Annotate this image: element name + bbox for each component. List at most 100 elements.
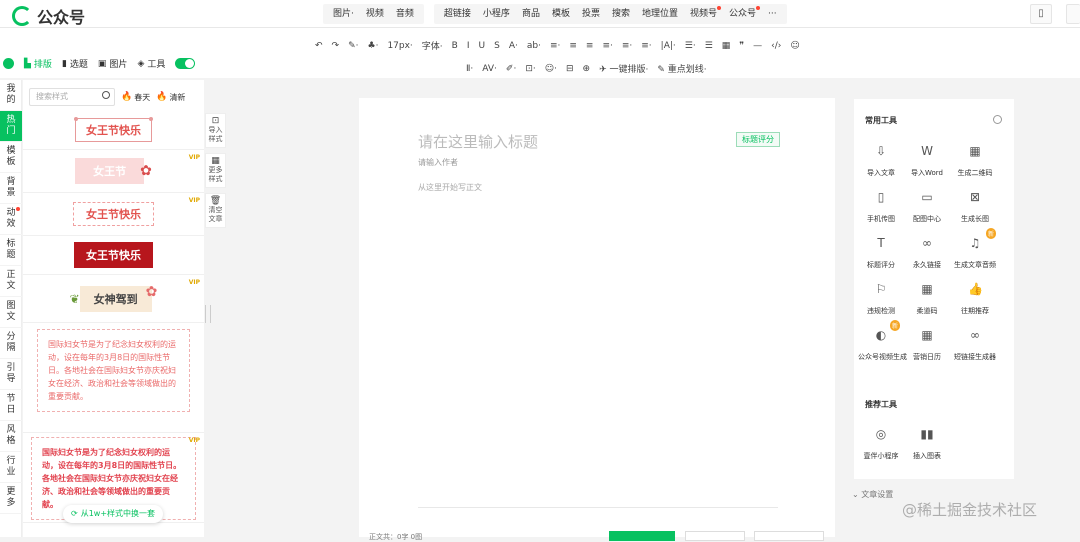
category-item-14[interactable]: 更多 bbox=[0, 483, 22, 514]
tool-rec-1[interactable]: ◎ 壹伴小程序 bbox=[858, 422, 904, 468]
format-tool-21[interactable]: ☰ bbox=[705, 41, 713, 51]
tool-common-4[interactable]: ▯ 手机传图 bbox=[858, 185, 904, 231]
document-icon[interactable]: ▯ bbox=[1030, 4, 1052, 24]
article-settings-link[interactable]: ⌄ 文章设置 bbox=[852, 489, 893, 500]
author-input[interactable]: 请输入作者 bbox=[418, 157, 458, 168]
format-tool-1[interactable]: Ⅱ· bbox=[466, 64, 473, 74]
format-tool-10[interactable]: S bbox=[494, 41, 500, 51]
style-template-2[interactable]: VIP 女王节 ✿ bbox=[23, 150, 204, 193]
style-template-5[interactable]: VIP ❦ 女神驾到 ✿ bbox=[23, 275, 204, 323]
format-tool-4[interactable]: ♣· bbox=[368, 41, 379, 51]
save-button[interactable] bbox=[609, 531, 675, 541]
format-tool-25[interactable]: ‹/› bbox=[771, 41, 781, 51]
format-tool-1[interactable]: ↶ bbox=[315, 41, 323, 51]
hot-tag-spring[interactable]: 🔥 春天 bbox=[121, 92, 150, 103]
hot-tag-fresh[interactable]: 🔥 清新 bbox=[156, 92, 185, 103]
format-tool-24[interactable]: — bbox=[753, 41, 762, 51]
category-item-11[interactable]: 节日 bbox=[0, 390, 22, 421]
nav-item-product[interactable]: 商品 bbox=[516, 4, 546, 24]
side-tool-1[interactable]: ⊡ 导入样式 bbox=[205, 113, 226, 148]
category-item-2[interactable]: 热门 bbox=[0, 111, 22, 142]
title-input[interactable]: 请在这里输入标题 bbox=[418, 131, 538, 152]
preview-button[interactable] bbox=[685, 531, 745, 541]
format-tool-14[interactable]: ≡ bbox=[569, 41, 577, 51]
tool-common-6[interactable]: ⊠ 生成长图 bbox=[950, 185, 1000, 231]
category-item-10[interactable]: 引导 bbox=[0, 359, 22, 390]
title-score-button[interactable]: 标题评分 bbox=[736, 132, 780, 147]
nav-item-miniprogram[interactable]: 小程序 bbox=[477, 4, 516, 24]
format-tool-6[interactable]: ⊟ bbox=[566, 64, 574, 74]
tool-common-8[interactable]: ∞ 永久链接 bbox=[904, 231, 950, 277]
format-tool-20[interactable]: ☰· bbox=[685, 41, 696, 51]
nav-item-audio[interactable]: 音频 bbox=[390, 4, 420, 24]
format-tool-8[interactable]: ✈ 一键排版· bbox=[599, 62, 648, 75]
format-tool-3[interactable]: ✎· bbox=[348, 41, 358, 51]
style-template-4[interactable]: 女王节快乐 bbox=[23, 236, 204, 275]
format-tool-18[interactable]: ≡· bbox=[641, 41, 651, 51]
gear-icon[interactable] bbox=[993, 115, 1002, 124]
resize-handle[interactable] bbox=[205, 305, 211, 323]
app-logo[interactable]: 公众号 bbox=[12, 4, 85, 28]
format-tool-2[interactable]: AV· bbox=[482, 64, 497, 74]
publish-button[interactable] bbox=[754, 531, 824, 541]
format-tool-13[interactable]: ≡· bbox=[550, 41, 560, 51]
format-tool-3[interactable]: ✐· bbox=[506, 64, 516, 74]
search-icon[interactable] bbox=[102, 91, 110, 99]
format-tool-5[interactable]: ☺· bbox=[545, 64, 557, 74]
tool-common-3[interactable]: ▦ 生成二维码 bbox=[950, 139, 1000, 185]
format-tool-26[interactable]: ☺ bbox=[790, 41, 799, 51]
tool-common-2[interactable]: W 导入Word bbox=[904, 139, 950, 185]
tool-rec-2[interactable]: ▮▮ 插入图表 bbox=[904, 422, 950, 468]
format-tool-4[interactable]: ⊡· bbox=[525, 64, 535, 74]
nav-item-hyperlink[interactable]: 超链接 bbox=[438, 4, 477, 24]
nav-item-template[interactable]: 模板 bbox=[546, 4, 576, 24]
nav-item-official-account[interactable]: 公众号 bbox=[723, 4, 762, 24]
format-tool-16[interactable]: ≡· bbox=[602, 41, 612, 51]
nav-item-image[interactable]: 图片· bbox=[327, 4, 360, 24]
format-tool-7[interactable]: ⊕ bbox=[583, 64, 591, 74]
nav-item-vote[interactable]: 投票 bbox=[576, 4, 606, 24]
tool-common-9[interactable]: ♫ 生成文章音频 新 bbox=[950, 228, 1000, 277]
plugin-toggle[interactable] bbox=[175, 58, 196, 69]
format-tool-9[interactable]: U bbox=[479, 41, 486, 51]
format-tool-15[interactable]: ≡ bbox=[586, 41, 594, 51]
category-item-13[interactable]: 行业 bbox=[0, 452, 22, 483]
style-template-1[interactable]: 女王节快乐 bbox=[23, 110, 204, 150]
nav-item-channels[interactable]: 视频号 bbox=[684, 4, 723, 24]
tab-images[interactable]: ▣ 图片 bbox=[98, 57, 128, 71]
side-tool-3[interactable]: 🗑 清空文章 bbox=[205, 193, 226, 228]
tool-common-14[interactable]: ▦ 营销日历 bbox=[904, 323, 950, 369]
nav-item-video[interactable]: 视频 bbox=[360, 4, 390, 24]
format-tool-9[interactable]: ✎ 重点划线· bbox=[657, 62, 706, 75]
tool-common-12[interactable]: 👍 往期推荐 bbox=[950, 277, 1000, 323]
tool-common-15[interactable]: ∞ 短链接生成器 bbox=[950, 323, 1000, 369]
style-template-3[interactable]: VIP 女王节快乐 bbox=[23, 193, 204, 236]
tab-tools[interactable]: ◈ 工具 bbox=[137, 57, 165, 71]
format-tool-6[interactable]: 字体· bbox=[422, 39, 443, 52]
format-tool-8[interactable]: I bbox=[467, 41, 470, 51]
switch-style-set-button[interactable]: ⟳ 从1w+样式中换一套 bbox=[63, 505, 164, 523]
nav-item-location[interactable]: 地理位置 bbox=[636, 4, 684, 24]
category-item-1[interactable]: 我的 bbox=[0, 80, 22, 111]
format-tool-5[interactable]: 17px· bbox=[387, 41, 412, 51]
tab-layout[interactable]: ▙ 排版 bbox=[24, 57, 52, 71]
format-tool-19[interactable]: |A|· bbox=[661, 41, 676, 51]
category-item-12[interactable]: 风格 bbox=[0, 421, 22, 452]
format-tool-12[interactable]: ab· bbox=[527, 41, 541, 51]
body-editor[interactable]: 从这里开始写正文 bbox=[418, 182, 482, 193]
tool-common-5[interactable]: ▭ 配图中心 bbox=[904, 185, 950, 231]
edge-button[interactable] bbox=[1066, 4, 1080, 24]
category-item-6[interactable]: 标题 bbox=[0, 235, 22, 266]
side-tool-2[interactable]: ▦ 更多样式 bbox=[205, 153, 226, 188]
tool-common-7[interactable]: T 标题评分 bbox=[858, 231, 904, 277]
tab-topics[interactable]: ▮ 选题 bbox=[62, 57, 88, 71]
format-tool-7[interactable]: B bbox=[452, 41, 458, 51]
format-tool-22[interactable]: ▦ bbox=[722, 41, 731, 51]
nav-item-more[interactable]: ··· bbox=[762, 4, 783, 24]
category-item-3[interactable]: 模板 bbox=[0, 142, 22, 173]
category-item-8[interactable]: 图文 bbox=[0, 297, 22, 328]
category-item-4[interactable]: 背景 bbox=[0, 173, 22, 204]
style-search-input[interactable]: 搜索样式 bbox=[29, 88, 115, 106]
format-tool-11[interactable]: A· bbox=[509, 41, 518, 51]
tool-common-13[interactable]: ◐ 公众号视频生成 新 bbox=[858, 320, 907, 369]
